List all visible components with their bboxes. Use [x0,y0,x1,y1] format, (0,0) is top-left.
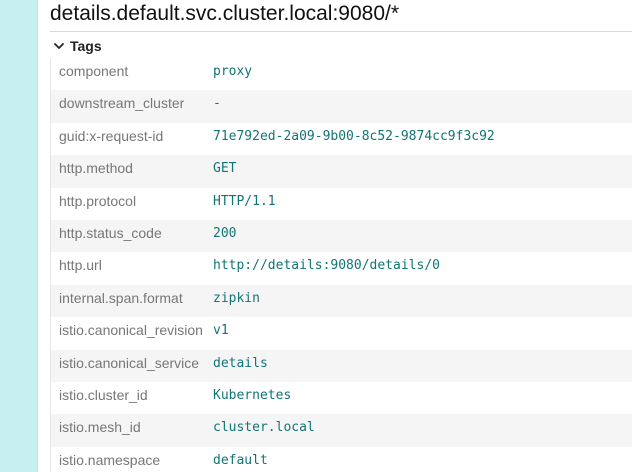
tags-section-label: Tags [70,38,102,54]
tag-key: istio.cluster_id [59,386,148,403]
tag-key: http.protocol [59,192,137,209]
tag-value: cluster.local [213,420,315,436]
tag-value: proxy [213,64,253,79]
tag-key: http.method [59,160,133,177]
table-row: downstream_cluster - [50,90,632,123]
tags-section-toggle[interactable]: Tags [50,35,102,57]
table-row: http.protocol HTTP/1.1 [50,187,632,220]
table-row: istio.canonical_revision v1 [50,317,632,350]
table-row: component proxy [50,58,632,91]
table-row: istio.namespace default [50,446,632,472]
tag-key: http.status_code [59,224,162,241]
span-detail-panel: details.default.svc.cluster.local:9080/*… [38,0,632,472]
tag-value: 71e792ed-2a09-9b00-8c52-9874cc9f3c92 [213,128,495,144]
table-row: istio.cluster_id Kubernetes [50,381,632,415]
table-row: http.status_code 200 [50,219,632,253]
tag-value: Kubernetes [213,387,292,403]
tag-key: component [59,63,129,79]
table-row: guid:x-request-id 71e792ed-2a09-9b00-8c5… [50,122,632,156]
tag-key: downstream_cluster [59,95,185,112]
tag-key: http.url [59,257,102,274]
tag-value: v1 [213,323,229,339]
tag-value: - [213,96,221,112]
span-timeline-strip [0,0,38,472]
tag-key: guid:x-request-id [59,127,164,144]
tag-key: istio.namespace [59,451,161,468]
table-row: internal.span.format zipkin [50,284,632,318]
tag-key: istio.canonical_revision [59,322,203,339]
tag-value: HTTP/1.1 [213,193,276,209]
tag-value: zipkin [213,290,260,306]
span-operation-title: details.default.svc.cluster.local:9080/* [50,2,400,25]
tag-value: http://details:9080/details/0 [213,258,440,274]
trace-span-detail: details.default.svc.cluster.local:9080/*… [0,0,632,472]
tag-key: istio.mesh_id [59,419,141,436]
tag-value: GET [213,161,237,177]
table-row: istio.canonical_service details [50,349,632,382]
tag-value: details [213,355,268,371]
tag-key: istio.canonical_service [59,354,200,371]
tag-value: 200 [213,225,237,241]
chevron-down-icon [50,37,68,55]
tag-value: default [213,452,268,468]
divider [50,31,632,32]
table-row: http.url http://details:9080/details/0 [50,252,632,285]
tag-key: internal.span.format [59,289,183,306]
table-row: http.method GET [50,155,632,188]
tags-table: component proxy downstream_cluster - gui… [50,58,632,472]
table-row: istio.mesh_id cluster.local [50,414,632,447]
